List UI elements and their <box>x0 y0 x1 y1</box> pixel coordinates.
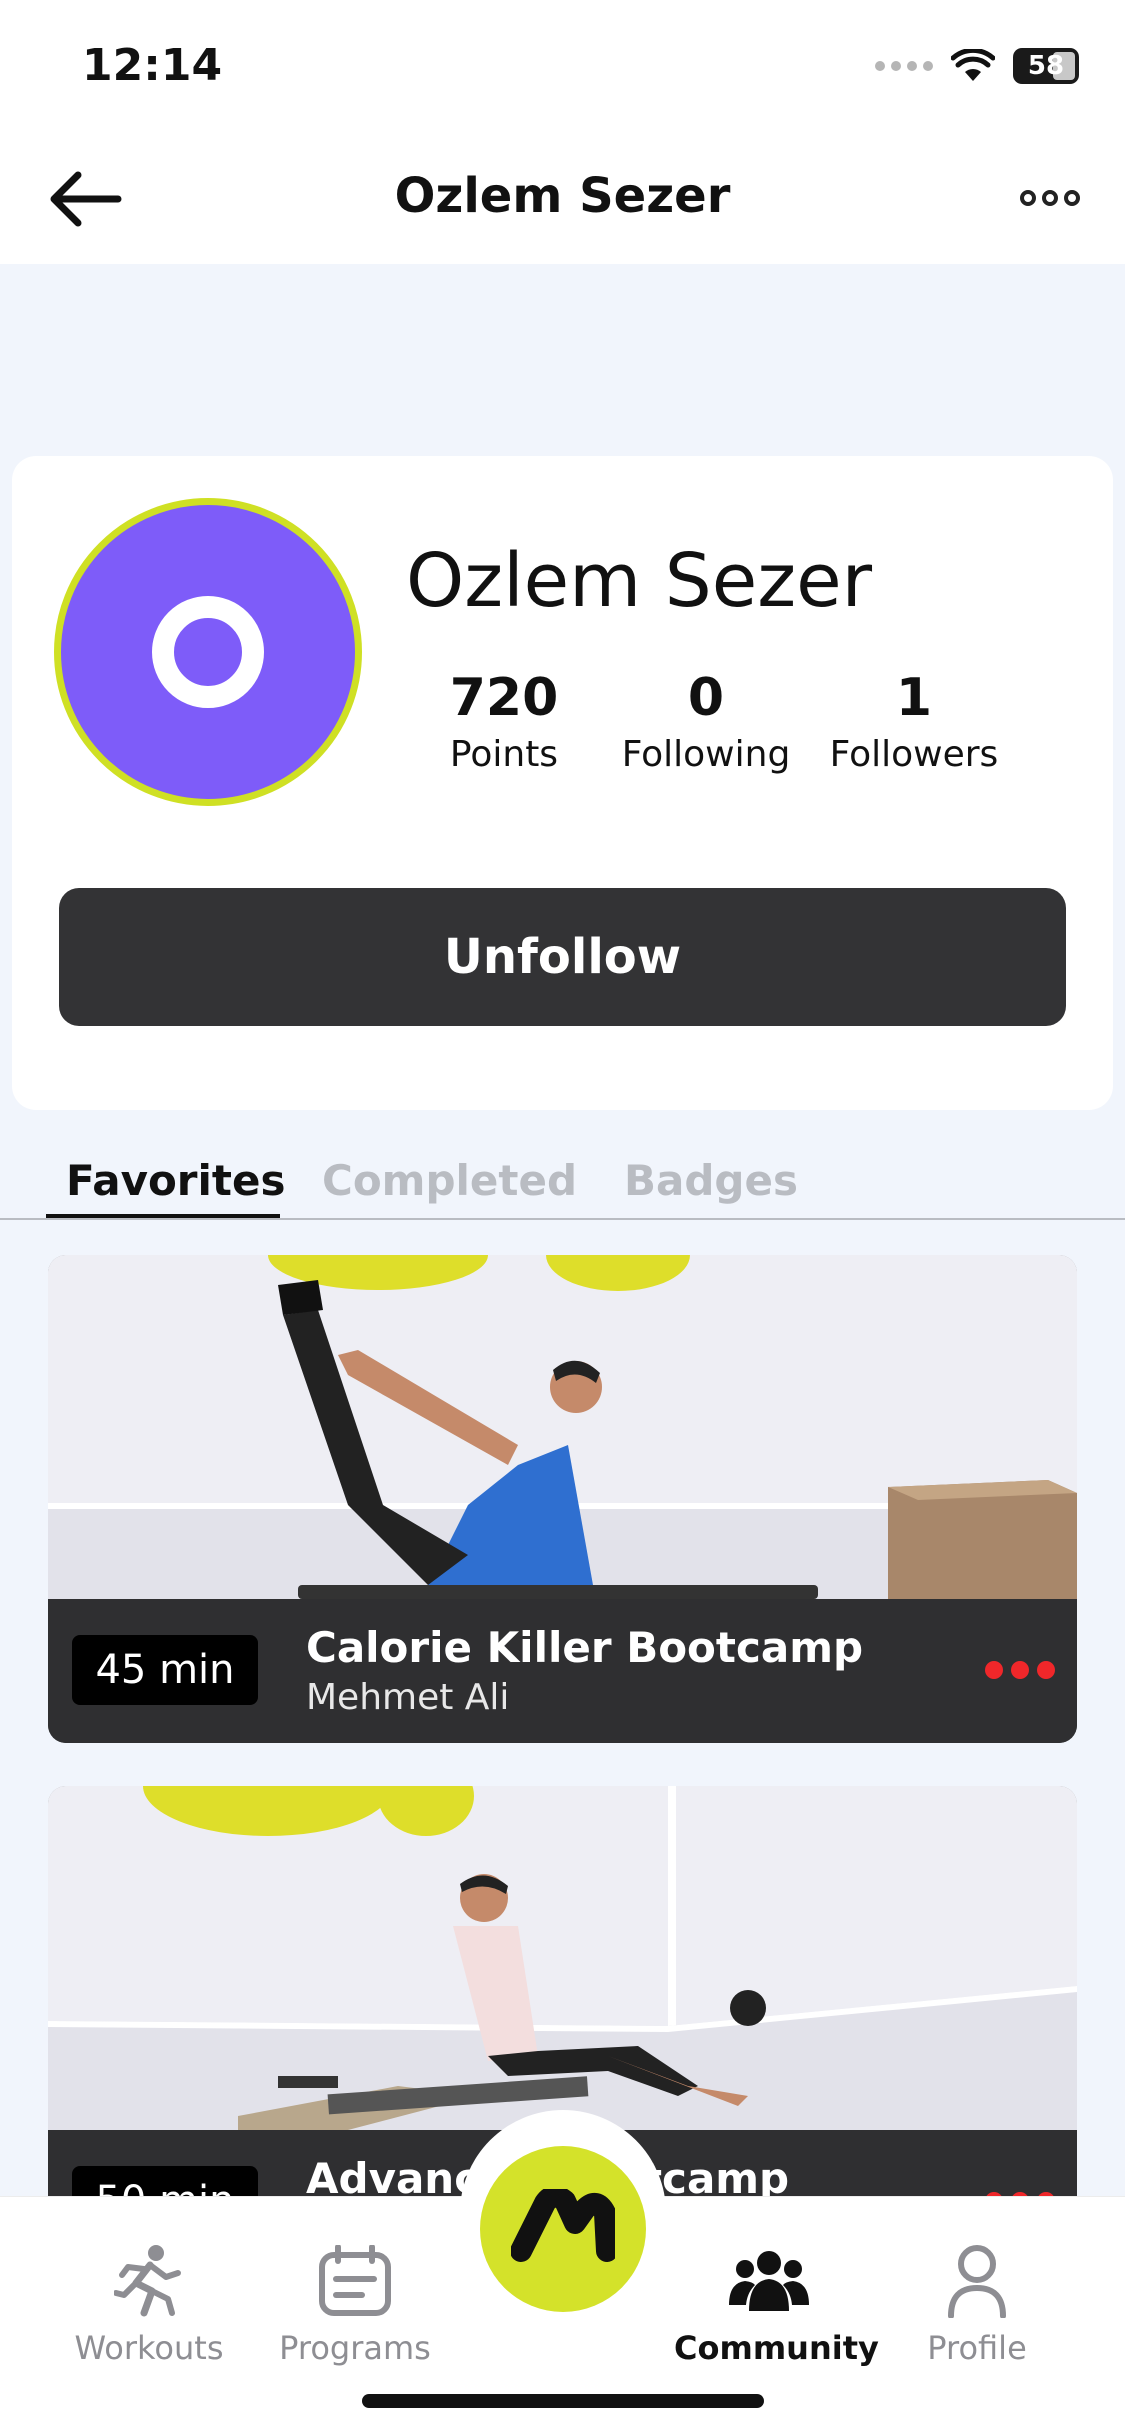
points-label: Points <box>449 734 559 775</box>
center-action-button[interactable] <box>480 2146 646 2312</box>
active-tab-indicator <box>46 1214 280 1218</box>
workout-card-footer: 45 min Calorie Killer Bootcamp Mehmet Al… <box>48 1599 1077 1743</box>
stat-followers[interactable]: 1 Followers <box>820 668 1008 775</box>
tab-badges[interactable]: Badges <box>624 1156 798 1205</box>
unfollow-button[interactable]: Unfollow <box>59 888 1066 1026</box>
more-options-button[interactable] <box>1015 178 1085 218</box>
status-time: 12:14 <box>82 40 223 91</box>
community-icon <box>674 2239 864 2323</box>
app-logo-icon <box>511 2189 615 2262</box>
person-icon <box>882 2239 1072 2323</box>
profile-tabs: Favorites Completed Badges <box>0 1150 1125 1220</box>
profile-stats: 720 Points 0 Following 1 Followers <box>412 668 1032 788</box>
stat-points[interactable]: 720 Points <box>422 668 586 775</box>
dot-icon <box>1042 190 1058 206</box>
dot-icon <box>1011 1661 1029 1679</box>
duration-badge: 45 min <box>72 1635 258 1705</box>
tab-bar-profile[interactable]: Profile <box>882 2239 1072 2367</box>
status-indicators: 58 <box>875 48 1079 84</box>
tab-bar-programs[interactable]: Programs <box>260 2239 450 2367</box>
status-bar: 12:14 58 <box>0 0 1125 132</box>
workout-trainer: Mehmet Ali <box>306 1677 510 1718</box>
tab-bar-programs-label: Programs <box>279 2329 431 2367</box>
workout-title: Calorie Killer Bootcamp <box>306 1623 864 1672</box>
workout-thumbnail <box>48 1255 1077 1599</box>
workout-thumbnail <box>48 1786 1077 2130</box>
tab-bar-community[interactable]: Community <box>674 2239 879 2367</box>
wifi-icon <box>951 49 995 81</box>
cellular-signal-icon <box>875 61 933 71</box>
tab-favorites[interactable]: Favorites <box>66 1156 285 1205</box>
points-value: 720 <box>449 668 559 728</box>
profile-name: Ozlem Sezer <box>406 538 873 624</box>
followers-label: Followers <box>829 734 999 775</box>
tab-bar-workouts-label: Workouts <box>74 2329 224 2367</box>
tab-bar-profile-label: Profile <box>927 2329 1027 2367</box>
dot-icon <box>1020 190 1036 206</box>
tab-completed[interactable]: Completed <box>322 1156 577 1205</box>
battery-level: 58 <box>1027 51 1065 81</box>
following-label: Following <box>621 734 791 775</box>
followers-value: 1 <box>895 668 933 728</box>
nav-header: Ozlem Sezer <box>0 132 1125 264</box>
workout-more-button[interactable] <box>985 1661 1055 1679</box>
page-title: Ozlem Sezer <box>394 168 731 224</box>
tab-bar-community-label: Community <box>674 2329 879 2367</box>
tab-bar-workouts[interactable]: Workouts <box>54 2239 244 2367</box>
avatar-initial <box>152 596 264 708</box>
dot-icon <box>1037 1661 1055 1679</box>
battery-icon: 58 <box>1013 48 1079 84</box>
dot-icon <box>985 1661 1003 1679</box>
running-person-icon <box>54 2239 244 2323</box>
profile-card: Ozlem Sezer 720 Points 0 Following 1 Fol… <box>12 456 1113 1110</box>
calendar-icon <box>260 2239 450 2323</box>
dot-icon <box>1064 190 1080 206</box>
stat-following[interactable]: 0 Following <box>614 668 798 775</box>
avatar <box>54 498 362 806</box>
workout-card[interactable]: 45 min Calorie Killer Bootcamp Mehmet Al… <box>48 1255 1077 1743</box>
following-value: 0 <box>687 668 725 728</box>
home-indicator <box>362 2394 764 2408</box>
